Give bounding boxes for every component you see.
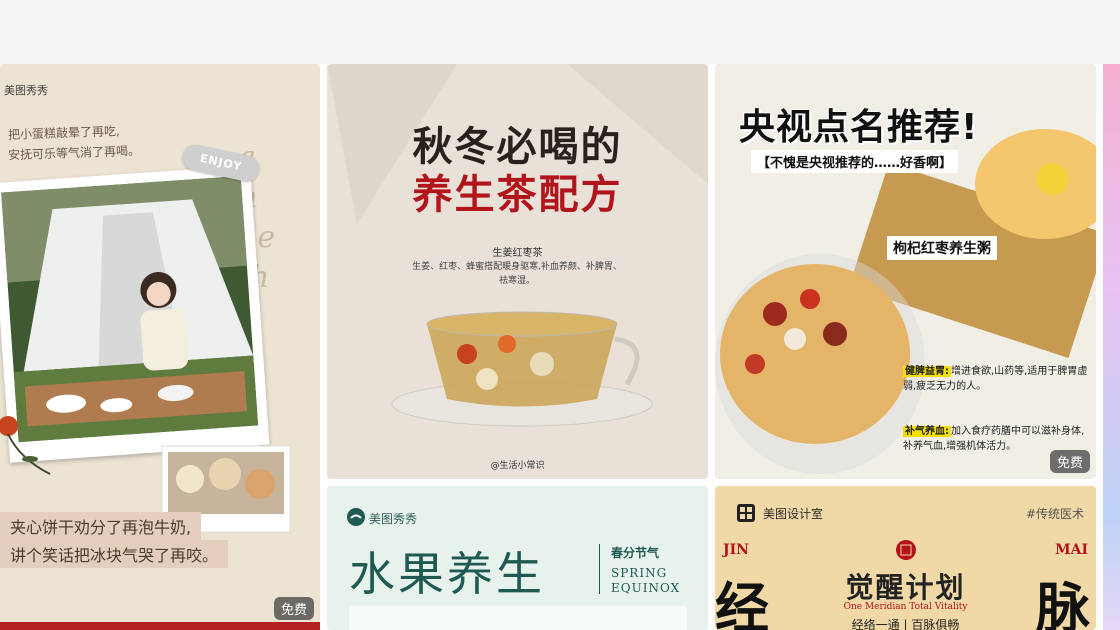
recipe-name: 生姜红枣茶 (492, 248, 543, 259)
note-line-1: 把小蛋糕敲晕了再吃, (7, 124, 121, 142)
free-badge: 免费 (273, 597, 314, 620)
recipe-description: 生姜、红枣、蜂蜜搭配暖身驱寒,补血养颜、补脾胃、祛寒湿。 (412, 262, 622, 286)
flower-decoration-icon (0, 416, 51, 475)
template-card-tea[interactable]: 秋冬必喝的 养生茶配方 生姜红枣茶 生姜、红枣、蜂蜜搭配暖身驱寒,补血养颜、补脾… (327, 64, 708, 479)
card-brand: 美图秀秀 (4, 84, 48, 97)
note-line-2: 安抚可乐等气消了再喝。 (7, 143, 141, 163)
card-title: 央视点名推荐! (739, 107, 979, 148)
card-brand: 美图设计室 (763, 507, 824, 521)
template-card-journal[interactable]: 美图秀秀 把小蛋糕敲晕了再吃, 安抚可乐等气消了再喝。 anhethe ENJO… (0, 64, 320, 626)
season-en-1: SPRING (611, 566, 668, 580)
content-panel (349, 606, 687, 630)
tea-cup-image (391, 311, 653, 427)
season-label: 春分节气 (611, 546, 660, 560)
card-title: 水果养生 (349, 547, 545, 601)
template-card-spring[interactable]: 美图秀秀 水果养生 春分节气 SPRING EQUINOX (327, 486, 708, 630)
template-card-meridian[interactable]: 美图设计室 #传统医术 JIN MAI 经 脉 觉醒计划 One Meridia… (715, 486, 1096, 630)
top-toolbar (0, 0, 1120, 64)
card-brand: 美图秀秀 (369, 512, 418, 526)
card-subtitle: 【不愧是央视推荐的……好香啊】 (751, 150, 959, 173)
left-en-label: JIN (723, 542, 749, 558)
hashtag: #传统医术 (1025, 507, 1084, 521)
season-en-2: EQUINOX (611, 581, 681, 595)
free-badge: 免费 (1049, 450, 1090, 473)
benefit-point-1: 健脾益胃: 增进食欲,山药等,适用于脾胃虚弱,疲乏无力的人。 (903, 366, 1088, 392)
card-subtitle-en: One Meridian Total Vitality (843, 602, 968, 612)
credit-text: @生活小常识 (490, 461, 545, 471)
next-card-peek (0, 622, 320, 630)
caption-line-2: 讲个笑话把冰块气哭了再咬。 (0, 540, 229, 568)
card-title: 觉醒计划 (845, 571, 966, 604)
template-card-peek[interactable] (1103, 64, 1120, 630)
meitu-logo-icon (347, 508, 365, 526)
template-card-congee[interactable]: 央视点名推荐! 【不愧是央视推荐的……好香啊】 枸杞红枣养生粥 健脾益胃: 增进食… (715, 64, 1096, 479)
caption-line-1: 夹心饼干劝分了再泡牛奶, (0, 512, 202, 540)
card-subtitle-cn: 经络一通 | 百脉俱畅 (851, 618, 960, 630)
dish-label: 枸杞红枣养生粥 (887, 236, 997, 260)
seal-icon (896, 540, 916, 560)
right-en-label: MAI (1055, 542, 1088, 558)
divider (599, 544, 600, 594)
design-studio-logo-icon (737, 504, 755, 522)
title-line-2: 养生茶配方 (412, 172, 623, 218)
